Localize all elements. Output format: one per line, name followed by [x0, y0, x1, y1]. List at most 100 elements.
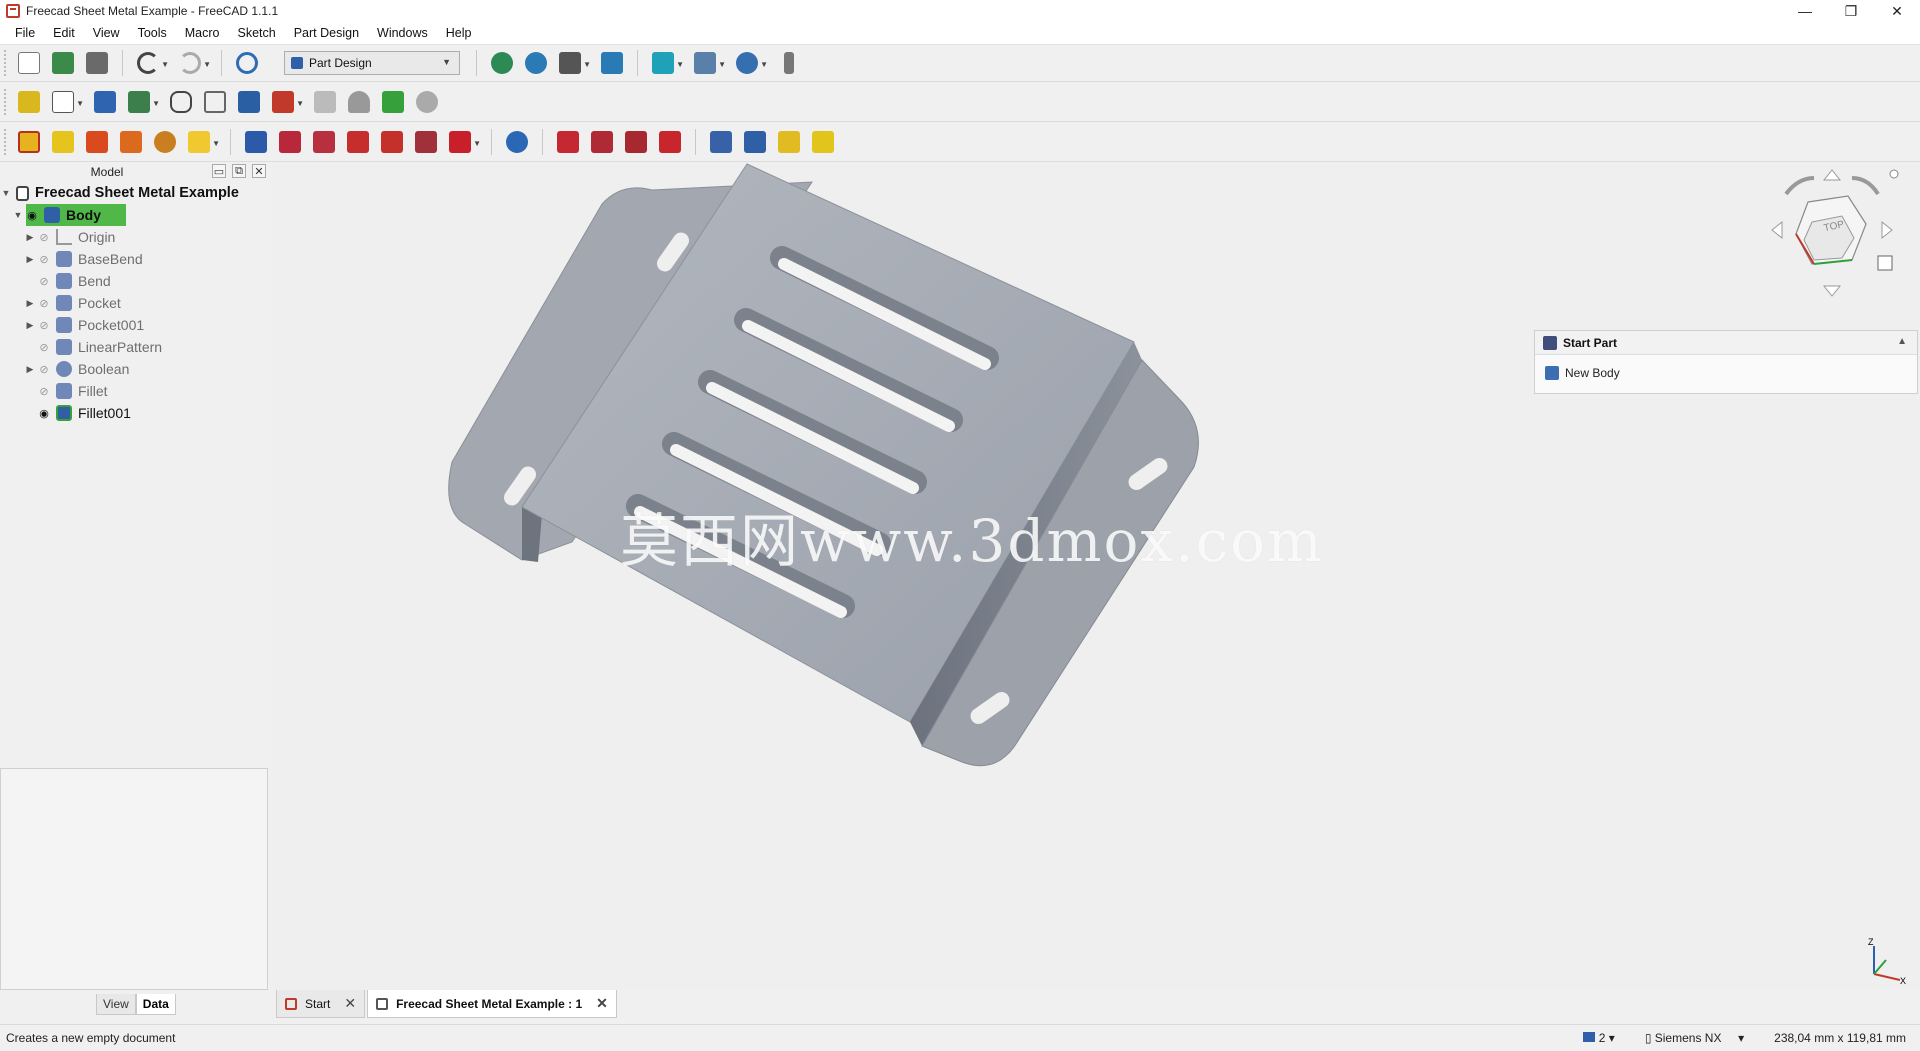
tree-item-pocket[interactable]: ▶ ⊘ Pocket [0, 292, 272, 314]
datum-button[interactable] [378, 87, 408, 117]
tree-item-fillet001[interactable]: ◉ Fillet001 [0, 402, 272, 424]
menu-view[interactable]: View [84, 26, 129, 40]
nav-arrow-right[interactable] [1881, 220, 1893, 240]
menu-part-design[interactable]: Part Design [285, 26, 368, 40]
collapse-chevron-icon[interactable]: ▲ [1897, 336, 1907, 347]
subtractive-dropdown-icon[interactable]: ▼ [473, 139, 481, 148]
rotate-left-icon[interactable] [1784, 176, 1815, 196]
panel-close-button[interactable]: ✕ [252, 164, 266, 178]
tree-item-boolean[interactable]: ▶ ⊘ Boolean [0, 358, 272, 380]
eye-icon[interactable]: ◉ [36, 406, 52, 420]
eye-hidden-icon[interactable]: ⊘ [36, 252, 52, 266]
body-button[interactable] [234, 87, 264, 117]
mirrored-button[interactable] [706, 127, 736, 157]
close-tab-icon[interactable]: ✕ [596, 995, 608, 1012]
fillet-button[interactable] [553, 127, 583, 157]
fit-selection-button[interactable] [521, 48, 551, 78]
nav-arrow-down[interactable] [1822, 285, 1842, 297]
new-document-button[interactable] [14, 48, 44, 78]
measure-button[interactable]: ▼ [732, 48, 768, 78]
menu-tools[interactable]: Tools [129, 26, 176, 40]
eye-icon[interactable]: ◉ [24, 208, 40, 222]
view-dropdown-icon[interactable]: ▼ [676, 60, 684, 69]
expand-arrow-icon[interactable]: ▶ [24, 298, 36, 309]
menu-file[interactable]: File [6, 26, 44, 40]
panel-collapse-button[interactable]: ▭ [212, 164, 226, 178]
whats-this-button[interactable] [774, 48, 804, 78]
menu-windows[interactable]: Windows [368, 26, 437, 40]
help-button[interactable] [200, 87, 230, 117]
minimize-button[interactable]: — [1782, 0, 1828, 22]
view-menu-cube-icon[interactable] [1877, 255, 1893, 271]
3d-viewport[interactable]: 莫西网www.3dmox.com TOP Start Part ▲ New Bo… [272, 162, 1920, 990]
pad-button[interactable] [14, 127, 44, 157]
tree-item-pocket001[interactable]: ▶ ⊘ Pocket001 [0, 314, 272, 336]
save-document-button[interactable] [82, 48, 112, 78]
bounding-box-button[interactable] [597, 48, 627, 78]
local-cs-button[interactable] [412, 87, 442, 117]
open-document-button[interactable] [48, 48, 78, 78]
menu-help[interactable]: Help [437, 26, 481, 40]
rotate-right-icon[interactable] [1851, 176, 1880, 196]
tree-item-body[interactable]: ▼ ◉ Body [0, 204, 272, 226]
eye-hidden-icon[interactable]: ⊘ [36, 362, 52, 376]
eye-hidden-icon[interactable]: ⊘ [36, 230, 52, 244]
boolean-button[interactable] [502, 127, 532, 157]
nav-arrow-up[interactable] [1822, 169, 1842, 181]
link-button[interactable]: ▼ [124, 87, 160, 117]
undo-dropdown-icon[interactable]: ▼ [161, 60, 169, 69]
multitransform-button[interactable] [808, 127, 838, 157]
thickness-button[interactable] [655, 127, 685, 157]
subtractive-pipe-button[interactable] [377, 127, 407, 157]
panel-float-button[interactable]: ⧉ [232, 164, 246, 178]
fit-all-button[interactable] [487, 48, 517, 78]
tree-root-document[interactable]: ▼ Freecad Sheet Metal Example [0, 182, 272, 204]
shape-binder-button[interactable] [310, 87, 340, 117]
toolbar-grip[interactable] [4, 88, 8, 115]
subtractive-helix-button[interactable] [411, 127, 441, 157]
create-part-button[interactable] [14, 87, 44, 117]
draw-style-button[interactable]: ▼ [555, 48, 591, 78]
close-window-button[interactable]: ✕ [1874, 0, 1920, 22]
sketch-dropdown-icon[interactable]: ▼ [76, 99, 84, 108]
navigation-cube[interactable]: TOP [1770, 168, 1900, 298]
undo-button[interactable]: ▼ [133, 48, 169, 78]
subshape-binder-button[interactable] [344, 87, 374, 117]
groove-button[interactable] [309, 127, 339, 157]
additive-helix-button[interactable] [150, 127, 180, 157]
link-dropdown-icon[interactable]: ▼ [152, 99, 160, 108]
refresh-button[interactable] [232, 48, 262, 78]
variable-set-button[interactable] [166, 87, 196, 117]
tree-item-linearpattern[interactable]: ⊘ LinearPattern [0, 336, 272, 358]
collapse-arrow-icon[interactable]: ▼ [0, 188, 12, 198]
toolbar-grip[interactable] [4, 128, 8, 155]
eye-hidden-icon[interactable]: ⊘ [36, 318, 52, 332]
eye-hidden-icon[interactable]: ⊘ [36, 340, 52, 354]
eye-hidden-icon[interactable]: ⊘ [36, 274, 52, 288]
menu-sketch[interactable]: Sketch [229, 26, 285, 40]
expand-arrow-icon[interactable]: ▶ [24, 320, 36, 331]
eye-hidden-icon[interactable]: ⊘ [36, 384, 52, 398]
nav-orbit-icon[interactable] [1889, 169, 1899, 179]
clone-button[interactable]: ▼ [268, 87, 304, 117]
new-body-action[interactable]: New Body [1535, 355, 1917, 391]
create-group-button[interactable] [90, 87, 120, 117]
workbench-selector[interactable]: Part Design ▼ [284, 51, 460, 75]
additive-pipe-button[interactable] [116, 127, 146, 157]
tab-data[interactable]: Data [135, 994, 176, 1015]
menu-edit[interactable]: Edit [44, 26, 84, 40]
toolbar-grip[interactable] [4, 50, 8, 76]
hole-button[interactable] [275, 127, 305, 157]
tree-item-fillet[interactable]: ⊘ Fillet [0, 380, 272, 402]
nav-arrow-left[interactable] [1771, 220, 1783, 240]
linear-pattern-button[interactable] [740, 127, 770, 157]
tab-document[interactable]: Freecad Sheet Metal Example : 1 ✕ [367, 990, 617, 1018]
std-views-dropdown-icon[interactable]: ▼ [718, 60, 726, 69]
cache-indicator[interactable]: 2 ▾ [1582, 1031, 1615, 1045]
tree-item-origin[interactable]: ▶ ⊘ Origin [0, 226, 272, 248]
isometric-view-button[interactable]: ▼ [648, 48, 684, 78]
expand-arrow-icon[interactable]: ▶ [24, 232, 36, 243]
tab-start[interactable]: Start ✕ [276, 990, 366, 1018]
expand-arrow-icon[interactable]: ▶ [24, 364, 36, 375]
redo-dropdown-icon[interactable]: ▼ [203, 60, 211, 69]
